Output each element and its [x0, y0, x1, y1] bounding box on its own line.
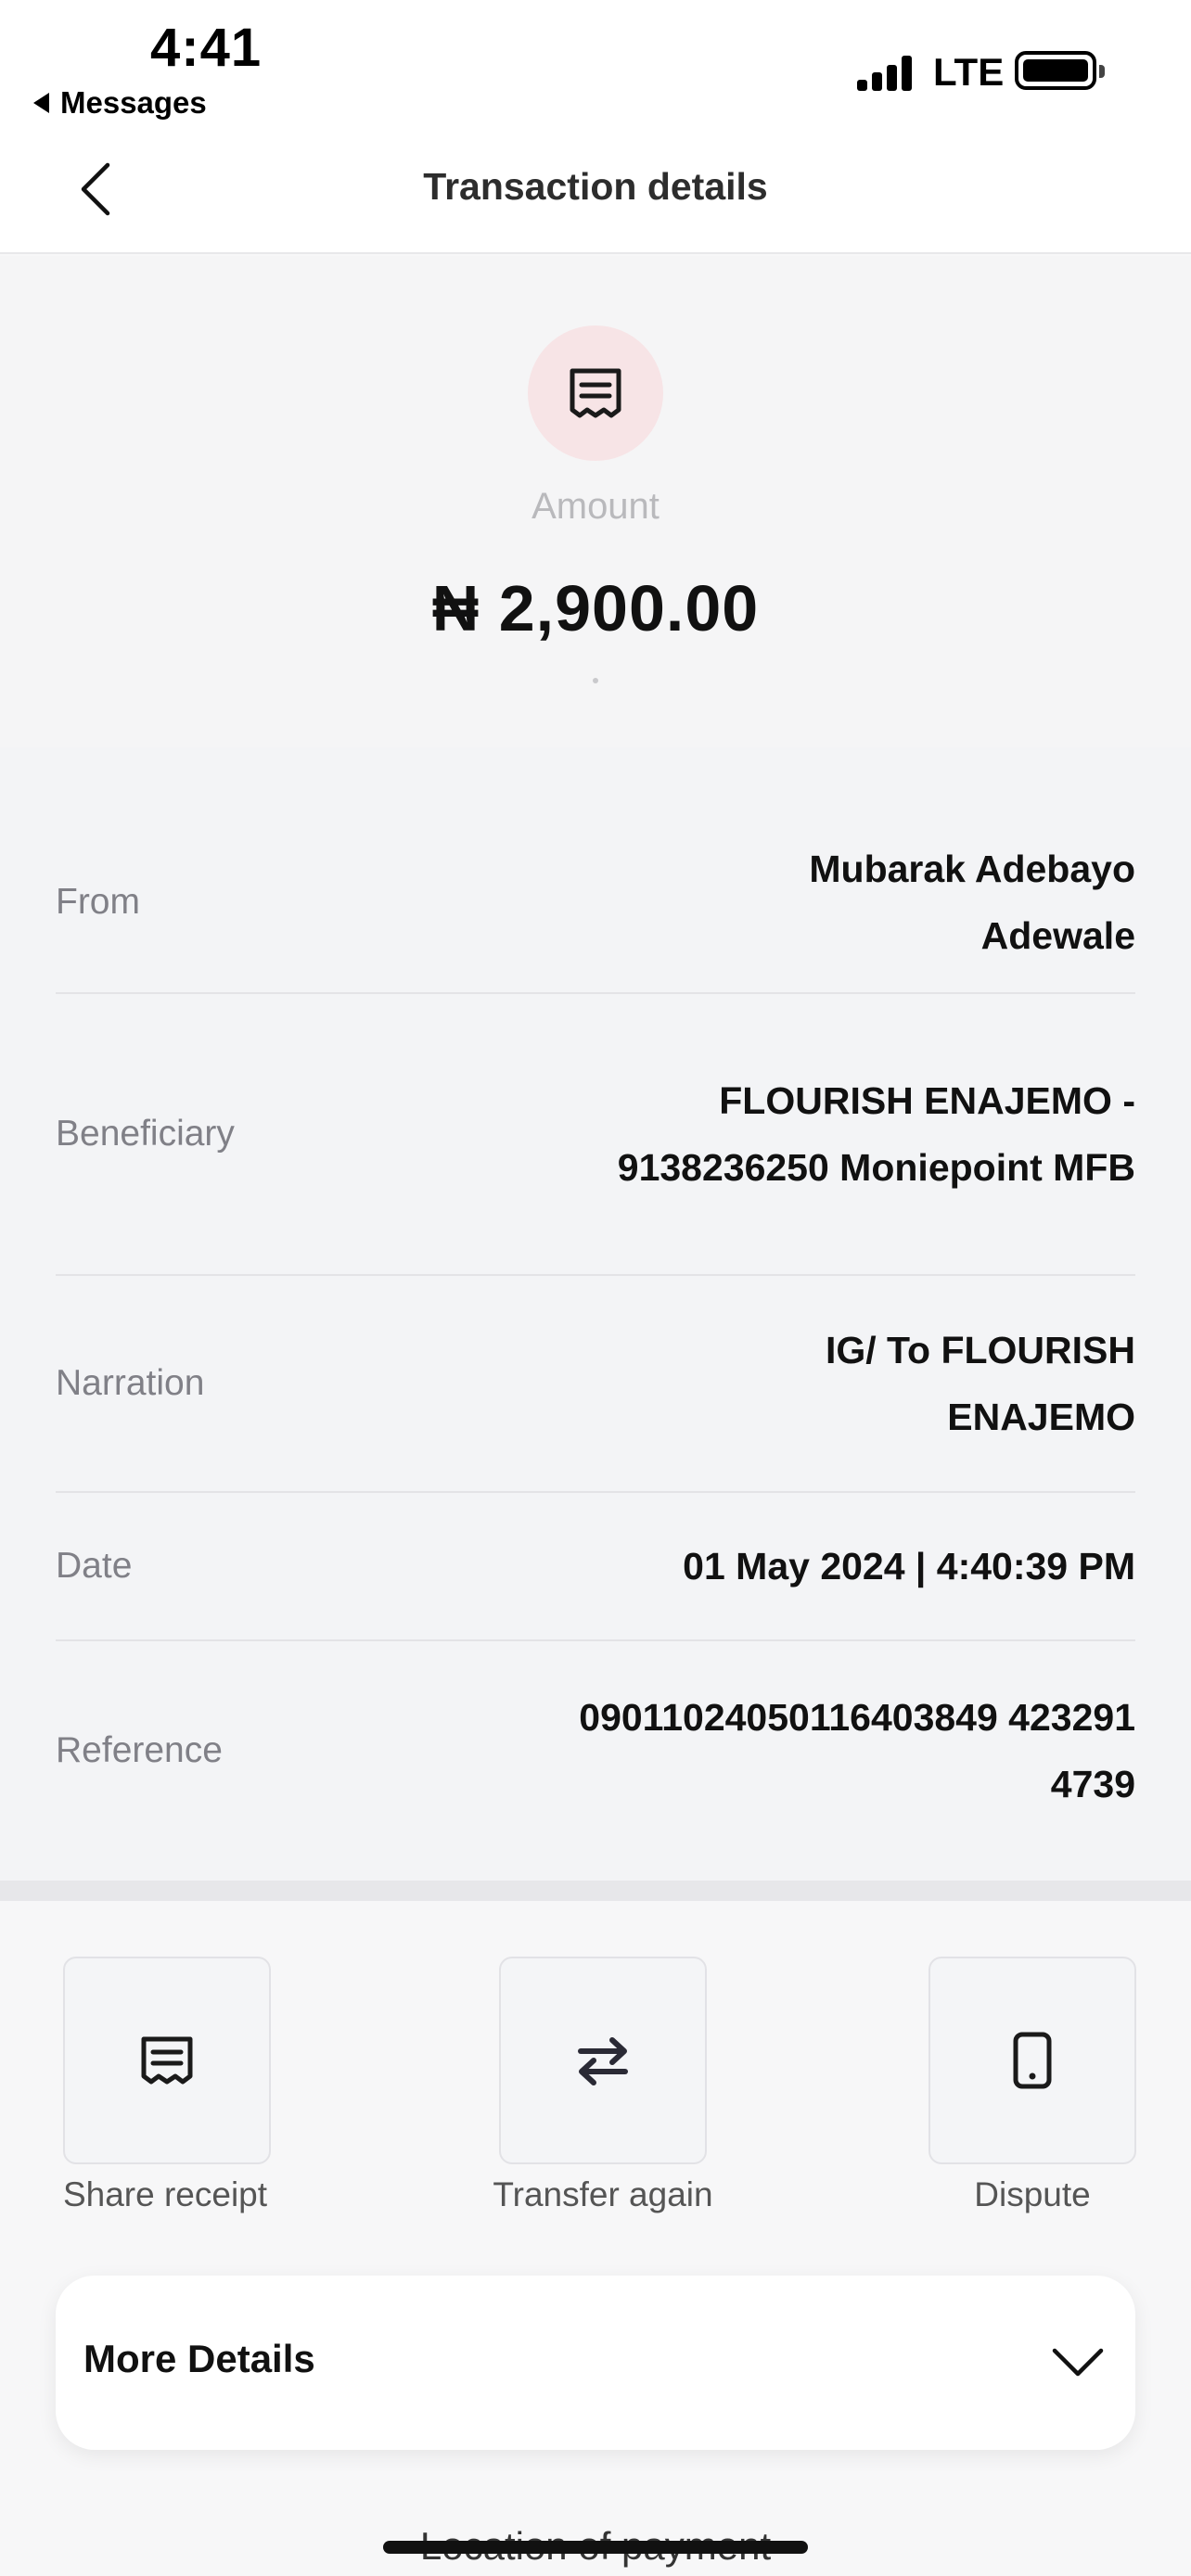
back-triangle-icon — [33, 93, 49, 113]
detail-row-date: Date 01 May 2024 | 4:40:39 PM — [56, 1493, 1135, 1641]
detail-row-narration: Narration IG/ To FLOURISH ENAJEMO — [56, 1276, 1135, 1493]
detail-label: Reference — [56, 1730, 223, 1770]
detail-value[interactable]: 09011024050116403849 4232914739 — [560, 1684, 1135, 1817]
chevron-down-icon — [1048, 2333, 1108, 2392]
detail-value: Mubarak Adebayo Adewale — [809, 848, 1135, 957]
share-receipt-label: Share receipt — [62, 2175, 268, 2213]
section-divider — [0, 1881, 1191, 1901]
network-type: LTE — [933, 50, 1005, 94]
nav-header: Transaction details — [0, 130, 1191, 254]
actions-section: Share receipt Transfer again Dispute — [0, 1901, 1191, 2576]
detail-label: Beneficiary — [56, 1114, 235, 1154]
detail-value: 01 May 2024 | 4:40:39 PM — [683, 1545, 1135, 1588]
amount-section: Amount ₦ 2,900.00 — [0, 256, 1191, 747]
share-receipt-button[interactable] — [63, 1957, 271, 2164]
more-details-title: More Details — [83, 2337, 315, 2380]
dispute-label: Dispute — [974, 2175, 1091, 2213]
transfer-arrows-icon — [578, 2037, 628, 2085]
transaction-details-list: From Mubarak Adebayo Adewale Beneficiary… — [0, 747, 1191, 1881]
detail-label: Narration — [56, 1363, 205, 1403]
status-time: 4:41 — [150, 18, 263, 78]
amount-dot — [593, 678, 598, 683]
transfer-again-label: Transfer again — [493, 2175, 713, 2213]
back-app-label: Messages — [60, 85, 207, 120]
transfer-again-button[interactable] — [499, 1957, 707, 2164]
detail-row-from: From Mubarak Adebayo Adewale — [56, 812, 1135, 994]
back-to-app-link[interactable]: Messages — [33, 85, 207, 121]
receipt-badge — [528, 325, 663, 461]
receipt-icon — [570, 368, 621, 418]
battery-icon — [1015, 51, 1105, 90]
amount-label: Amount — [531, 486, 660, 527]
home-indicator[interactable] — [383, 2541, 808, 2554]
detail-label: From — [56, 882, 140, 922]
page-title: Transaction details — [423, 165, 768, 208]
detail-value: FLOURISH ENAJEMO - 9138236250 Moniepoint… — [617, 1079, 1135, 1189]
detail-label: Date — [56, 1546, 133, 1586]
signal-icon — [857, 54, 912, 91]
amount-value: ₦ 2,900.00 — [431, 572, 760, 644]
detail-row-reference: Reference 09011024050116403849 423291473… — [56, 1641, 1135, 1860]
transaction-details-screen: 4:41 Messages LTE Transaction details Am… — [0, 0, 1191, 2576]
detail-value: IG/ To FLOURISH ENAJEMO — [825, 1329, 1135, 1438]
more-details-toggle[interactable]: More Details — [56, 2276, 1135, 2450]
detail-row-beneficiary: Beneficiary FLOURISH ENAJEMO - 913823625… — [56, 994, 1135, 1276]
status-bar: 4:41 Messages LTE — [0, 0, 1191, 130]
phone-icon — [1013, 2032, 1052, 2089]
dispute-button[interactable] — [928, 1957, 1136, 2164]
receipt-icon — [141, 2036, 193, 2085]
